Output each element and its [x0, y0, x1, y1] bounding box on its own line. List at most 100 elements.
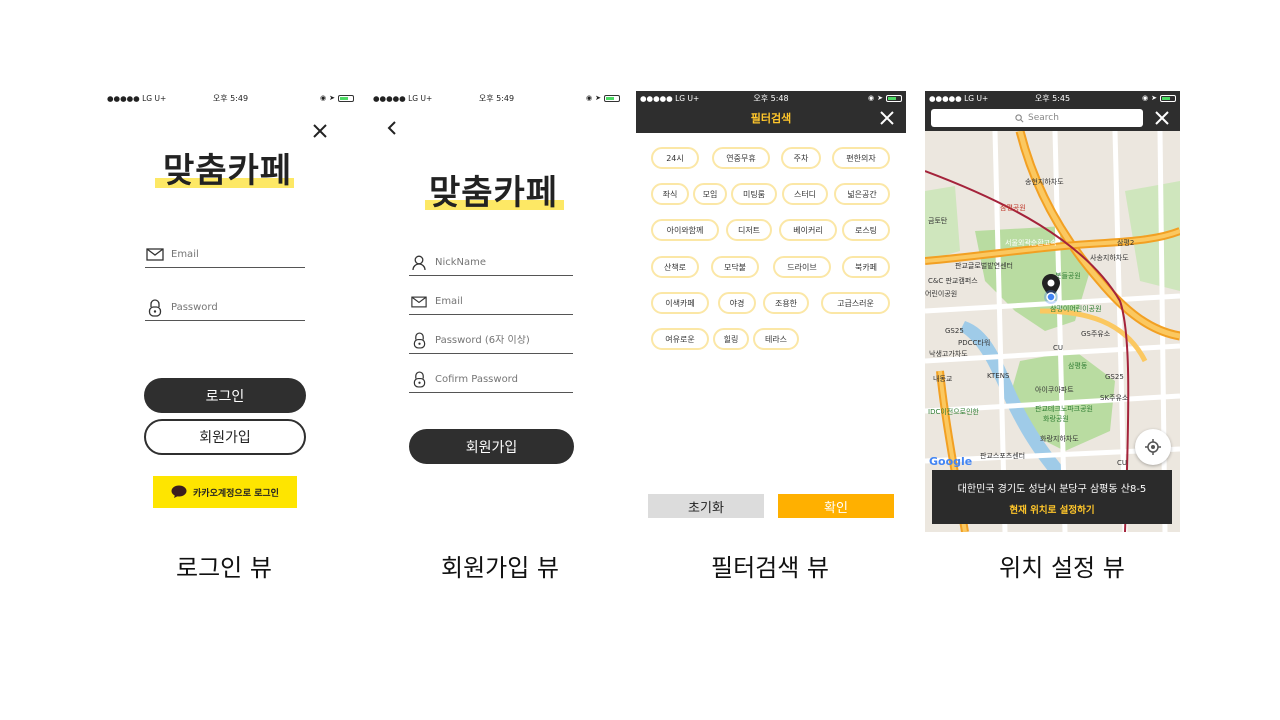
- email-input[interactable]: [435, 296, 555, 307]
- search-bar[interactable]: Search: [931, 109, 1143, 127]
- signup-submit-button[interactable]: 회원가입: [409, 429, 574, 464]
- map-label: GS25: [945, 327, 964, 335]
- status-right: ◉ ➤: [1142, 94, 1176, 102]
- map-label: 삼평동: [1068, 362, 1088, 370]
- map-label: 아이쿠아파트: [1035, 386, 1074, 394]
- close-icon[interactable]: [880, 111, 894, 125]
- set-location-button[interactable]: 현재 위치로 설정하기: [932, 502, 1172, 516]
- battery-icon: [1160, 94, 1176, 102]
- filter-chip[interactable]: 아이와함께: [651, 219, 719, 241]
- address-text: 대한민국 경기도 성남시 분당구 삼평동 산8-5: [957, 484, 1147, 495]
- map-label: C&C 판교캠퍼스: [928, 277, 978, 285]
- filter-chip[interactable]: 모임: [693, 183, 727, 205]
- app-logo: 맞춤카페: [155, 143, 295, 192]
- email-field[interactable]: [409, 289, 573, 315]
- login-button[interactable]: 로그인: [144, 378, 306, 413]
- password-field[interactable]: [145, 295, 305, 321]
- my-location-button[interactable]: [1135, 429, 1171, 465]
- app-logo-text: 맞춤카페: [429, 173, 559, 213]
- filter-chip[interactable]: 야경: [718, 292, 756, 314]
- signup-screen: ●●●●● LG U+ 오후 5:49 ◉ ➤ 맞춤카페 NickName Em…: [369, 91, 624, 532]
- map-screen: ●●●●● LG U+ 오후 5:45 ◉ ➤ Search 송현지하차도 삼평…: [925, 91, 1180, 532]
- lock-icon: [409, 370, 429, 390]
- map-label: 삼평이어린이공원: [1050, 305, 1102, 313]
- lock-rotation-icon: ◉: [320, 94, 327, 102]
- current-location-dot-icon: [1044, 290, 1058, 304]
- map-label: CU: [1117, 459, 1128, 467]
- filter-chip[interactable]: 이색카페: [651, 292, 709, 314]
- lock-icon: [145, 298, 165, 318]
- filter-chip[interactable]: 베이커리: [779, 219, 837, 241]
- status-right: ◉ ➤: [586, 94, 620, 102]
- map-label: IDC이전으로인한: [928, 408, 979, 416]
- filter-chip[interactable]: 로스팅: [842, 219, 890, 241]
- map-label: 판교글로벌밭연센터: [955, 262, 1013, 270]
- carrier-text: ●●●●● LG U+: [640, 93, 700, 103]
- filter-chip[interactable]: 힐링: [713, 328, 749, 350]
- signup-caption: 회원가입 뷰: [440, 554, 560, 582]
- map-label: 금토탄: [928, 217, 948, 225]
- confirm-password-input[interactable]: [435, 374, 555, 385]
- login-caption: 로그인 뷰: [176, 554, 272, 582]
- map-label: 내동교: [933, 375, 953, 383]
- map-label: 판교스포츠센터: [980, 452, 1026, 460]
- confirm-password-field[interactable]: [409, 367, 573, 393]
- lock-rotation-icon: ◉: [868, 94, 875, 102]
- email-input[interactable]: [171, 249, 291, 260]
- map-label: GS25: [1105, 373, 1124, 381]
- filter-chip[interactable]: 산책로: [651, 256, 699, 278]
- status-right: ◉ ➤: [320, 94, 354, 102]
- filter-chip[interactable]: 24시: [651, 147, 699, 169]
- filter-chip[interactable]: 편한의자: [832, 147, 890, 169]
- battery-icon: [338, 94, 354, 102]
- map-label: 사송지하차도: [1090, 254, 1129, 262]
- nickname-field[interactable]: [409, 250, 573, 276]
- filter-chip[interactable]: 디저트: [726, 219, 772, 241]
- filter-chip[interactable]: 연중무휴: [712, 147, 770, 169]
- filter-chip[interactable]: 북카페: [842, 256, 890, 278]
- map-label: 판교테크노파크공원: [1035, 405, 1093, 413]
- filter-chip[interactable]: 좌식: [651, 183, 689, 205]
- filter-chip[interactable]: 조용한: [763, 292, 809, 314]
- location-icon: ➤: [329, 94, 335, 102]
- filter-chip[interactable]: 여유로운: [651, 328, 709, 350]
- reset-button[interactable]: 초기화: [648, 494, 764, 518]
- filter-chip[interactable]: 드라이브: [773, 256, 831, 278]
- filter-chip[interactable]: 고급스러운: [821, 292, 890, 314]
- filter-chip[interactable]: 모닥불: [711, 256, 759, 278]
- map-label: 송현지하차도: [1025, 178, 1064, 186]
- kakao-login-label: 카카오계정으로 로그인: [193, 488, 279, 499]
- map-label: 서울외곽순환고속: [1005, 239, 1057, 247]
- filter-title: 필터검색: [750, 112, 792, 125]
- close-icon[interactable]: [1155, 111, 1169, 125]
- filter-chip[interactable]: 테라스: [753, 328, 799, 350]
- battery-icon: [604, 94, 620, 102]
- confirm-button[interactable]: 확인: [778, 494, 894, 518]
- location-icon: ➤: [877, 94, 883, 102]
- filter-chip[interactable]: 미팅룸: [731, 183, 777, 205]
- search-icon: [1015, 113, 1024, 122]
- app-logo-text: 맞춤카페: [163, 151, 293, 191]
- filter-chip[interactable]: 넓은공간: [834, 183, 890, 205]
- nickname-input[interactable]: [435, 257, 555, 268]
- mail-icon: [409, 292, 429, 312]
- status-right: ◉ ➤: [868, 94, 902, 102]
- signup-button[interactable]: 회원가입: [144, 419, 306, 455]
- mail-icon: [145, 245, 165, 265]
- google-logo: Google: [929, 455, 972, 468]
- close-icon[interactable]: [312, 123, 328, 139]
- map-label: KTENS: [987, 372, 1010, 380]
- filter-caption: 필터검색 뷰: [710, 554, 830, 582]
- map-label: 삼평2: [1117, 239, 1135, 247]
- back-icon[interactable]: [386, 120, 398, 136]
- filter-chip[interactable]: 주차: [781, 147, 821, 169]
- kakao-login-button[interactable]: 카카오계정으로 로그인: [153, 476, 297, 508]
- password-input[interactable]: [171, 302, 291, 313]
- map-label: 낙생고가차도: [929, 350, 968, 358]
- password-field[interactable]: [409, 328, 573, 354]
- password-input[interactable]: [435, 335, 555, 346]
- email-field[interactable]: [145, 242, 305, 268]
- carrier-text: ●●●●● LG U+: [929, 93, 989, 103]
- lock-icon: [409, 331, 429, 351]
- filter-chip[interactable]: 스터디: [782, 183, 828, 205]
